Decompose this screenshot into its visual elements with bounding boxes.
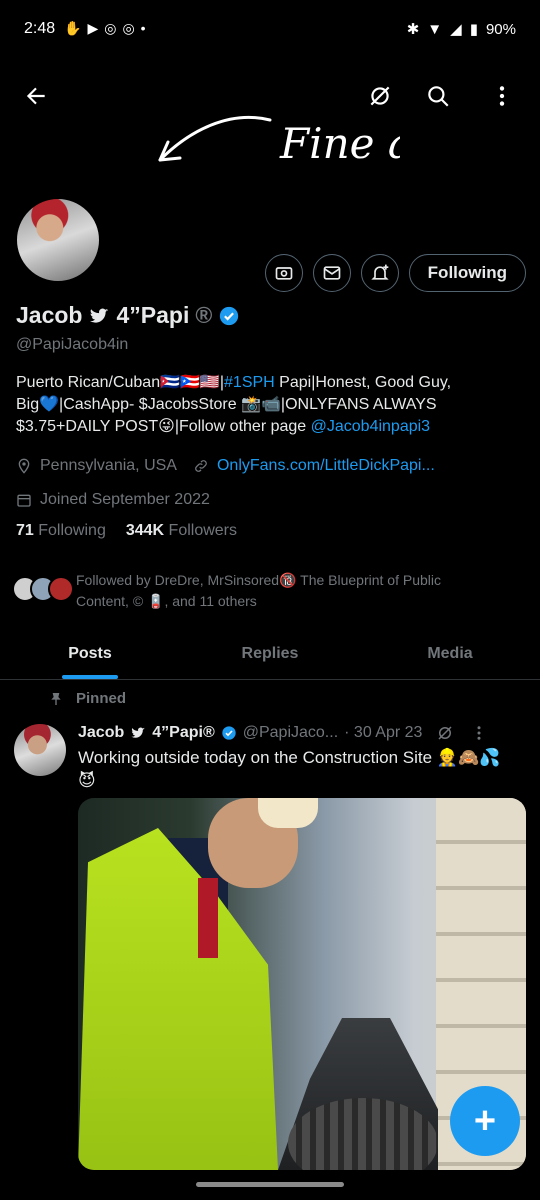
more-vertical-icon[interactable] [470, 724, 488, 742]
profile-bio: Puerto Rican/Cuban🇨🇺🇵🇷🇺🇸|#1SPH Papi|Hone… [16, 372, 521, 438]
plus-icon: + [473, 1099, 497, 1142]
pinned-label: Pinned [76, 690, 127, 707]
bio-line3-prefix: $3.75+DAILY POST😜|Follow other page [16, 418, 311, 435]
envelope-icon [323, 266, 341, 280]
display-name-part1: Jacob [16, 302, 83, 328]
youtube-icon: ▶ [87, 20, 99, 36]
money-icon [275, 267, 293, 280]
handwritten-annotation: Fine asf [158, 115, 400, 168]
post-handle: @PapiJaco... [242, 724, 339, 741]
notifications-button[interactable] [360, 254, 399, 292]
followed-by-line1: Followed by DreDre, MrSinsored🔞 The Blue… [76, 572, 441, 588]
bio-mention[interactable]: @Jacob4inpapi3 [311, 418, 430, 435]
search-button[interactable] [420, 78, 456, 114]
display-name-part2: 4”Papi [116, 302, 190, 328]
verified-badge-icon [222, 726, 236, 740]
signal-icon: ◢ [450, 21, 462, 38]
subscribe-button[interactable] [264, 254, 303, 292]
twitter-bird-icon [90, 308, 109, 323]
bio-line2: Big💙|CashApp- $JacobsStore 📸📹|ONLYFANS A… [16, 396, 437, 413]
followers-count-link[interactable]: 344K Followers [126, 522, 237, 540]
bio-line1-suffix: Papi|Honest, Good Guy, [274, 374, 452, 391]
bio-hashtag[interactable]: #1SPH [224, 374, 275, 391]
more-vertical-icon [499, 86, 505, 106]
post-author-part1[interactable]: Jacob [78, 724, 124, 742]
profile-location: Pennsylvania, USA [40, 457, 177, 474]
arrow-left-icon [26, 87, 45, 105]
profile-actions: Following [264, 254, 526, 292]
followers-count: 344K [125, 522, 165, 539]
followed-by-line2: Content, © 🪫, and 11 others [76, 593, 257, 609]
grok-icon[interactable] [436, 724, 454, 742]
post-header: Jacob 4”Papi® @PapiJaco... · 30 Apr 23 [78, 724, 526, 742]
post-text-line1: Working outside today on the Constructio… [78, 748, 501, 767]
following-count: 71 [16, 522, 34, 539]
profile-avatar[interactable] [14, 196, 102, 284]
followed-by-avatars [12, 570, 74, 610]
bell-plus-icon [370, 264, 389, 280]
instagram-icon-2: ◎ [122, 20, 135, 36]
followed-by[interactable]: Followed by DreDre, MrSinsored🔞 The Blue… [12, 570, 532, 612]
profile-meta: Pennsylvania, USA OnlyFans.com/LittleDic… [16, 454, 435, 522]
registered-mark: ® [195, 302, 213, 328]
status-bar: 2:48 ✋ ▶ ◎ ◎ • ✱ ▼ ◢ ▮ 90% [0, 0, 540, 64]
bluetooth-icon: ✱ [406, 21, 420, 38]
compose-post-button[interactable]: + [450, 1086, 520, 1156]
mini-avatar [48, 576, 74, 602]
hand-icon: ✋ [64, 20, 82, 36]
twitter-bird-icon [131, 727, 145, 738]
message-button[interactable] [312, 254, 351, 292]
battery-icon: ▮ [469, 21, 478, 38]
post-date: · 30 Apr 23 [344, 724, 423, 741]
verified-badge-icon [220, 306, 239, 325]
post-text: Working outside today on the Constructio… [78, 746, 518, 792]
dot-icon: • [140, 20, 146, 36]
media-hardhat [258, 798, 318, 828]
location-pin-icon [18, 458, 30, 474]
battery-percent: 90% [485, 20, 516, 38]
following-button[interactable]: Following [408, 254, 526, 292]
home-indicator[interactable] [196, 1182, 344, 1187]
post-author-part2[interactable]: 4”Papi® [152, 724, 214, 742]
profile-handle: @PapiJacob4in [16, 336, 129, 353]
post-avatar[interactable] [14, 724, 66, 776]
following-label: Following [38, 522, 106, 539]
media-collar [198, 878, 218, 958]
search-icon [428, 86, 449, 107]
pinned-indicator: Pinned [48, 690, 126, 707]
profile-joined: Joined September 2022 [40, 491, 210, 508]
status-right: ✱ ▼ ◢ ▮ 90% [406, 20, 516, 39]
bio-line1-prefix: Puerto Rican/Cuban🇨🇺🇵🇷🇺🇸| [16, 374, 225, 391]
wifi-icon: ▼ [427, 20, 443, 38]
more-options-button[interactable] [484, 78, 520, 114]
followers-label: Followers [168, 522, 238, 539]
link-icon [195, 460, 207, 472]
back-button[interactable] [18, 78, 54, 114]
notification-icons: ✋ ▶ ◎ ◎ • [64, 20, 146, 37]
following-count-link[interactable]: 71 Following [16, 522, 106, 540]
tab-posts[interactable]: Posts [0, 628, 180, 679]
calendar-icon [17, 494, 31, 507]
instagram-icon: ◎ [104, 20, 117, 36]
post-text-line2: 😈 [78, 771, 96, 790]
tab-media[interactable]: Media [360, 628, 540, 679]
status-time: 2:48 [24, 20, 56, 37]
profile-tabs: Posts Replies Media [0, 628, 540, 680]
annotation-text: Fine asf [279, 119, 400, 168]
follow-counts: 71 Following 344K Followers [16, 522, 237, 540]
profile-website[interactable]: OnlyFans.com/LittleDickPapi... [217, 457, 435, 475]
display-name: Jacob 4”Papi ® [16, 302, 240, 329]
pin-icon [51, 692, 61, 705]
tab-replies[interactable]: Replies [180, 628, 360, 679]
